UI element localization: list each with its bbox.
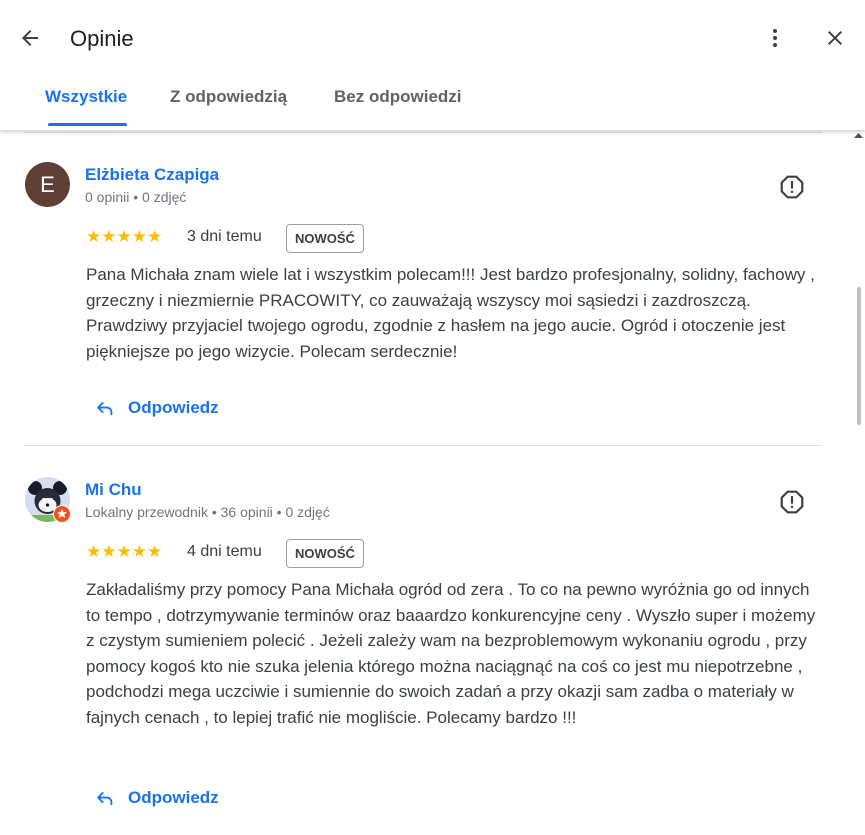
divider xyxy=(24,445,822,446)
report-review-button[interactable] xyxy=(779,174,805,200)
page-title: Opinie xyxy=(70,26,134,51)
back-button[interactable] xyxy=(14,22,46,54)
review-text: Zakładaliśmy przy pomocy Pana Michała og… xyxy=(86,580,816,727)
avatar[interactable] xyxy=(25,477,71,523)
reply-button[interactable]: Odpowiedz xyxy=(94,394,219,422)
avatar[interactable]: E xyxy=(25,162,70,207)
reply-button[interactable]: Odpowiedz xyxy=(94,784,219,812)
reply-button-label: Odpowiedz xyxy=(128,788,219,807)
reply-button-label: Odpowiedz xyxy=(128,398,219,417)
review-author[interactable]: Mi Chu xyxy=(85,480,142,500)
divider xyxy=(24,132,822,133)
review-author-meta: 0 opinii • 0 zdjęć xyxy=(85,189,187,205)
reviews-header: Opinie Wszystkie Z odpowiedzią Bez odpow… xyxy=(0,0,865,130)
tab-without-reply[interactable]: Bez odpowiedzi xyxy=(334,70,462,126)
new-badge: NOWOŚĆ xyxy=(286,224,364,253)
review-date: 3 dni temu xyxy=(187,228,262,245)
reviews-list: E Elżbieta Czapiga 0 opinii • 0 zdjęć ★★… xyxy=(0,130,852,835)
review-date: 4 dni temu xyxy=(187,543,262,560)
local-guide-badge-icon xyxy=(53,505,71,523)
rating-stars: ★★★★★ xyxy=(86,227,163,246)
scroll-up-arrow-icon[interactable] xyxy=(854,132,863,138)
scrollbar-thumb[interactable] xyxy=(857,287,861,425)
arrow-back-icon xyxy=(22,30,38,46)
active-tab-indicator xyxy=(48,123,127,126)
review-author-meta: Lokalny przewodnik • 36 opinii • 0 zdjęć xyxy=(85,504,330,520)
more-vert-icon xyxy=(773,29,777,47)
reply-icon xyxy=(97,792,113,806)
close-icon xyxy=(828,31,842,45)
report-icon xyxy=(780,490,804,514)
review-tabs: Wszystkie Z odpowiedzią Bez odpowiedzi xyxy=(0,70,865,128)
close-button[interactable] xyxy=(819,22,851,54)
review-text: Pana Michała znam wiele lat i wszystkim … xyxy=(86,265,815,361)
review-author[interactable]: Elżbieta Czapiga xyxy=(85,165,219,185)
more-options-button[interactable] xyxy=(760,22,790,54)
tab-with-reply[interactable]: Z odpowiedzią xyxy=(170,70,287,126)
rating-stars: ★★★★★ xyxy=(86,542,163,561)
report-review-button[interactable] xyxy=(779,489,805,515)
new-badge: NOWOŚĆ xyxy=(286,539,364,568)
report-icon xyxy=(780,175,804,199)
tab-all[interactable]: Wszystkie xyxy=(45,70,127,126)
scrollbar[interactable] xyxy=(852,130,865,835)
reply-icon xyxy=(97,402,113,416)
